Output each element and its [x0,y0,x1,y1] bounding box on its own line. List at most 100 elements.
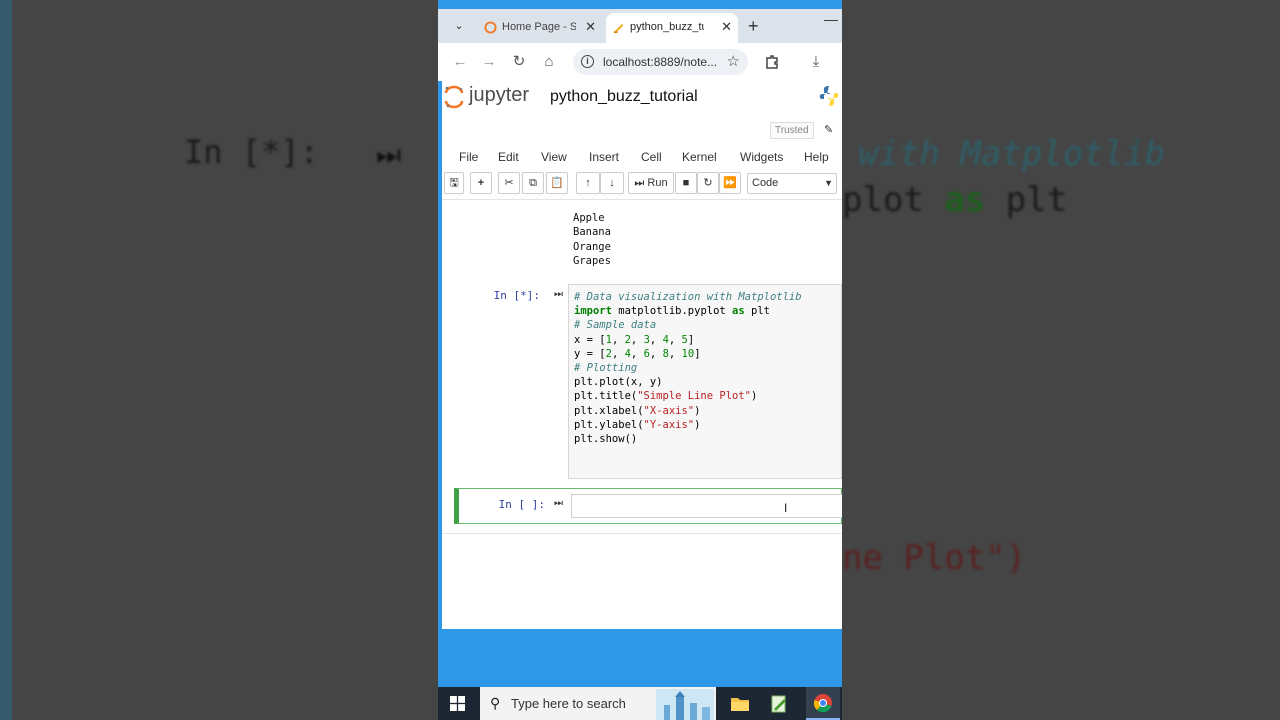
output-line: Grapes [573,254,611,267]
cell-type-select[interactable]: Code ▼ [747,173,837,194]
reload-icon[interactable]: ↻ [509,52,529,72]
run-cell-icon[interactable]: ⏭ [554,289,563,300]
windows-start-icon[interactable] [450,696,465,711]
run-icon: ⏭ [634,177,645,189]
code-cell-input[interactable]: # Data visualization with Matplotlib impo… [568,284,842,479]
url-field[interactable]: i localhost:8889/note... ☆ [573,49,748,75]
notebook-toolbar: 🖫 + ✂ ⧉ 📋 ↑ ↓ ⏭ Run ■ ↻ ⏩ Code ▼ [442,172,842,196]
notepad-plus-icon[interactable] [769,694,789,714]
code-line: x = [1, 2, 3, 4, 5] [574,333,695,346]
background-import-pre: plot [842,180,945,220]
tab-search-dropdown[interactable]: ⌄ [448,15,470,37]
close-icon[interactable]: ✕ [721,13,732,41]
code-line: plt.title("Simple Line Plot") [574,390,758,403]
tab-notebook[interactable]: python_buzz_tut ✕ [606,13,738,43]
background-plot-fragment: ne Plot") [842,538,1027,578]
forward-icon[interactable]: → [479,52,499,72]
output-line: Orange [573,240,611,253]
taskbar-search[interactable]: ⚲ Type here to search [480,687,716,720]
background-right: with Matplotlib plot as plt ne Plot") [842,0,1280,720]
cell-output: Apple Banana Orange Grapes [573,211,611,268]
active-empty-cell[interactable]: In [ ]: ⏭ I [454,488,842,524]
menu-kernel[interactable]: Kernel [682,150,717,164]
chrome-icon [813,694,832,713]
search-highlight-art-icon [656,689,714,720]
jupyter-brand[interactable]: jupyter [469,84,529,107]
run-button[interactable]: ⏭ Run [628,172,674,194]
menu-help[interactable]: Help [804,150,829,164]
restart-icon[interactable]: ↻ [697,172,719,194]
edit-pencil-icon[interactable]: ✎ [824,123,833,136]
background-comment: with Matplotlib [858,134,1166,174]
interrupt-icon[interactable]: ■ [675,172,697,194]
menu-insert[interactable]: Insert [589,150,619,164]
code-line: plt.xlabel("X-axis") [574,404,701,417]
copy-icon[interactable]: ⧉ [522,172,544,194]
chevron-down-icon: ▼ [824,178,833,188]
site-info-icon[interactable]: i [581,55,594,68]
tab-home-page[interactable]: Home Page - Sel ✕ [478,13,602,43]
menu-edit[interactable]: Edit [498,150,519,164]
code-line: import matplotlib.pyplot as plt [574,305,770,318]
background-stripe [0,0,12,720]
tab-strip: ⌄ Home Page - Sel ✕ python_buzz_tut ✕ + … [438,9,842,43]
home-icon[interactable]: ⌂ [539,52,559,72]
run-cell-icon[interactable]: ⏭ [554,498,563,509]
code-line: # Plotting [574,362,638,375]
notebook-end-divider [442,533,842,534]
notebook-icon [613,23,624,34]
windows-taskbar: ⚲ Type here to search [438,687,842,720]
download-icon[interactable]: ⤓ [806,52,826,72]
extensions-icon[interactable] [764,54,780,70]
back-icon[interactable]: ← [450,52,470,72]
search-icon: ⚲ [490,695,501,711]
background-import-post: plt [985,180,1068,220]
menu-cell[interactable]: Cell [641,150,662,164]
python-logo-icon [819,86,839,106]
save-icon[interactable]: 🖫 [444,172,464,194]
notebook-area: Apple Banana Orange Grapes In [*]: ⏭ # D… [442,199,842,629]
paste-icon[interactable]: 📋 [546,172,568,194]
jupyter-logo-icon [444,85,464,109]
code-line: plt.ylabel("Y-axis") [574,418,701,431]
notebook-title[interactable]: python_buzz_tutorial [550,88,698,106]
move-down-icon[interactable]: ↓ [600,172,624,194]
menu-file[interactable]: File [459,150,478,164]
code-line: y = [2, 4, 6, 8, 10] [574,347,701,360]
address-bar: ← → ↻ ⌂ i localhost:8889/note... ☆ ⤓ [438,43,842,81]
menu-view[interactable]: View [541,150,567,164]
jupyter-page: jupyter python_buzz_tutorial Trusted ✎ F… [442,81,842,629]
background-import-line: plot as plt [842,180,1067,220]
restart-run-all-icon[interactable]: ⏩ [719,172,741,194]
cell-prompt: In [ ]: [498,498,545,511]
url-text: localhost:8889/note... [603,55,718,69]
menu-widgets[interactable]: Widgets [740,150,783,164]
minimize-icon[interactable]: — [824,11,838,27]
background-prompt: In [*]: [184,133,319,171]
cell-type-value: Code [752,177,779,189]
move-up-icon[interactable]: ↑ [576,172,600,194]
empty-cell-input[interactable]: I [571,494,842,518]
background-run-icon: ⏭ [376,138,402,171]
add-cell-icon[interactable]: + [470,172,492,194]
search-placeholder: Type here to search [511,696,626,711]
tab-label: Home Page - Sel [502,21,576,33]
taskbar-chrome-active[interactable] [806,687,840,720]
trusted-badge[interactable]: Trusted [770,122,814,139]
code-line: # Sample data [574,319,657,332]
text-cursor-icon: I [784,501,788,515]
file-explorer-icon[interactable] [730,694,750,714]
tab-label: python_buzz_tut [630,21,704,33]
new-tab-icon[interactable]: + [748,13,759,39]
cut-icon[interactable]: ✂ [498,172,520,194]
menu-bar: File Edit View Insert Cell Kernel Widget… [442,147,842,169]
cell-prompt: In [*]: [493,289,540,302]
bookmark-star-icon[interactable]: ☆ [727,52,740,70]
output-line: Banana [573,226,611,239]
background-import-kw: as [944,180,986,220]
code-editor[interactable]: # Data visualization with Matplotlib impo… [574,290,802,446]
video-frame: ⌄ Home Page - Sel ✕ python_buzz_tut ✕ + … [438,0,842,720]
code-line: # Data visualization with Matplotlib [574,291,802,303]
close-icon[interactable]: ✕ [585,13,596,41]
output-line: Apple [573,212,605,224]
